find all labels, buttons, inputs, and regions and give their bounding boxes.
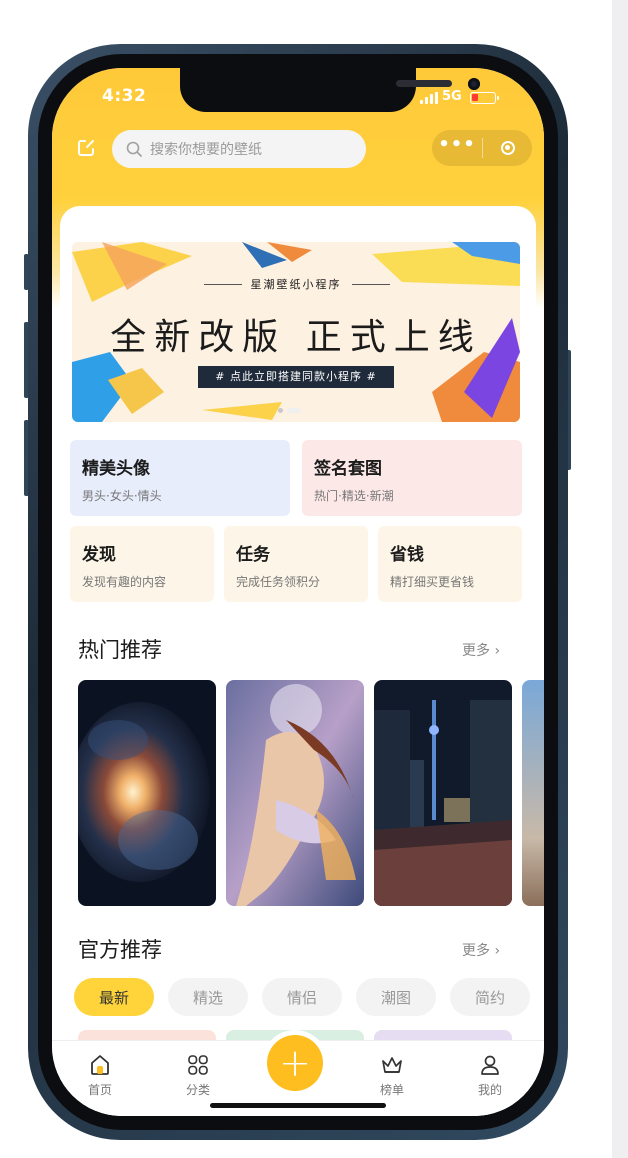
target-icon: [500, 141, 515, 155]
feature-title: 省钱: [390, 545, 424, 565]
official-section-title: 官方推荐: [78, 938, 162, 962]
network-label: 5G: [442, 89, 462, 104]
phone-screen: 4:32 5G 搜索你想要的壁纸 ••• 星潮壁纸小程序 全新改版 正式上线 #…: [52, 68, 544, 1116]
wallpaper-thumb-nebula[interactable]: [78, 680, 216, 906]
feature-title: 任务: [236, 545, 270, 565]
battery-icon: [469, 92, 499, 104]
feature-discover-card[interactable]: 发现 发现有趣的内容: [70, 526, 214, 602]
edit-icon[interactable]: [76, 138, 96, 158]
tab-label: 分类: [185, 1083, 210, 1097]
feature-subtitle: 热门·精选·新潮: [314, 489, 394, 503]
banner-title: 全新改版 正式上线: [110, 317, 482, 358]
official-more-link[interactable]: 更多 ›: [462, 940, 500, 960]
banner-pagination: [278, 408, 301, 413]
banner-tag: # 点此立即搭建同款小程序 #: [198, 366, 394, 388]
tab-label: 我的: [477, 1083, 502, 1097]
feature-subtitle: 男头·女头·情头: [82, 489, 162, 503]
city-image: [374, 680, 512, 906]
feature-avatar-card[interactable]: 精美头像 男头·女头·情头: [70, 440, 290, 516]
feature-signature-card[interactable]: 签名套图 热门·精选·新潮: [302, 440, 522, 516]
feature-subtitle: 精打细买更省钱: [390, 575, 475, 589]
promo-banner[interactable]: 星潮壁纸小程序 全新改版 正式上线 # 点此立即搭建同款小程序 #: [72, 242, 520, 422]
tab-ranking[interactable]: 榜单: [362, 1053, 422, 1098]
wallpaper-thumb-city[interactable]: [374, 680, 512, 906]
hot-more-link[interactable]: 更多 ›: [462, 640, 500, 660]
more-menu-button[interactable]: •••: [432, 136, 482, 154]
background-gutter: [612, 0, 628, 1158]
category-tabs: 最新 精选 情侣 潮图 简约: [74, 978, 530, 1016]
home-indicator: [210, 1103, 386, 1108]
banner-subtitle: 星潮壁纸小程序: [250, 278, 342, 291]
feature-title: 精美头像: [82, 459, 150, 479]
feature-title: 发现: [82, 545, 116, 565]
home-icon: [91, 1055, 109, 1075]
tab-simple[interactable]: 简约: [450, 978, 530, 1016]
miniprogram-capsule: •••: [432, 130, 532, 166]
warrior-image: [226, 680, 364, 906]
search-input[interactable]: 搜索你想要的壁纸: [112, 130, 366, 168]
crown-icon: [382, 1057, 402, 1073]
hot-section-title: 热门推荐: [78, 638, 162, 662]
tab-trend[interactable]: 潮图: [356, 978, 436, 1016]
user-icon: [481, 1055, 499, 1075]
feature-subtitle: 完成任务领积分: [236, 575, 321, 589]
add-button[interactable]: +: [262, 1030, 328, 1096]
notch: [180, 68, 480, 112]
nebula-image: [78, 680, 216, 906]
signal-icon: [420, 92, 438, 104]
status-indicators: 5G: [420, 88, 499, 104]
feature-subtitle: 发现有趣的内容: [82, 575, 167, 589]
tab-mine[interactable]: 我的: [460, 1053, 520, 1098]
tab-home[interactable]: 首页: [70, 1053, 130, 1098]
feature-title: 签名套图: [314, 459, 382, 479]
search-icon: [126, 141, 142, 157]
tab-label: 榜单: [379, 1083, 404, 1097]
tab-category[interactable]: 分类: [168, 1053, 228, 1098]
tab-selected[interactable]: 精选: [168, 978, 248, 1016]
search-placeholder: 搜索你想要的壁纸: [150, 142, 262, 158]
close-miniprogram-button[interactable]: [483, 141, 532, 155]
tab-couple[interactable]: 情侣: [262, 978, 342, 1016]
tab-latest[interactable]: 最新: [74, 978, 154, 1016]
speaker: [396, 80, 452, 87]
wallpaper-thumb-peek[interactable]: [522, 680, 544, 906]
grid-icon: [188, 1055, 208, 1075]
feature-task-card[interactable]: 任务 完成任务领积分: [224, 526, 368, 602]
status-time: 4:32: [102, 86, 147, 106]
plus-icon: +: [267, 1035, 323, 1091]
feature-save-card[interactable]: 省钱 精打细买更省钱: [378, 526, 522, 602]
wallpaper-thumb-warrior[interactable]: [226, 680, 364, 906]
tab-label: 首页: [87, 1083, 112, 1097]
